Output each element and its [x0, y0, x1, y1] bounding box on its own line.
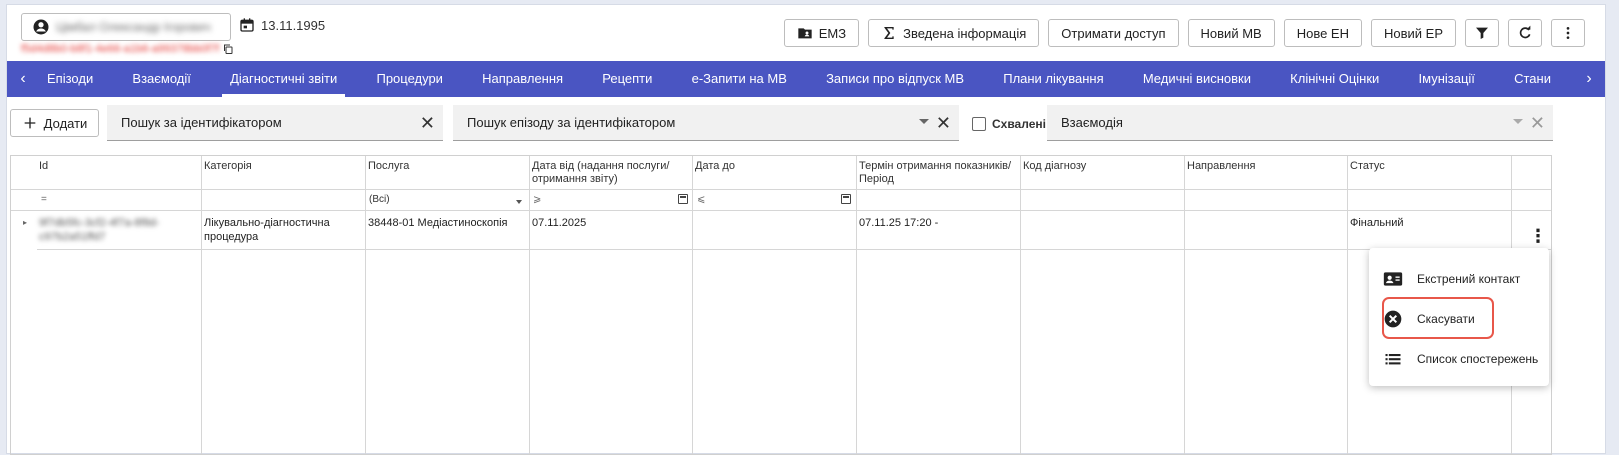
chevron-down-icon[interactable] — [1513, 119, 1523, 124]
tab-immunizations[interactable]: Імунізації — [1411, 61, 1483, 97]
cancel-highlight-annotation — [1382, 297, 1494, 339]
tab-e-requests[interactable]: е-Запити на МВ — [684, 61, 795, 97]
nav-right-icon[interactable]: › — [1573, 70, 1605, 88]
tab-procedures[interactable]: Процедури — [368, 61, 450, 97]
filter-icon — [1476, 27, 1488, 39]
patient-button[interactable]: Цімбал Олександр Ігорович — [21, 13, 231, 41]
col-header-date-to[interactable]: Дата до — [695, 160, 735, 173]
plus-icon — [24, 117, 36, 129]
more-button[interactable] — [1551, 19, 1585, 47]
col-header-date-from[interactable]: Дата від (надання послуги/ отримання зві… — [532, 160, 687, 186]
filter-service-select[interactable]: (Всі) — [369, 194, 390, 205]
new-en-button[interactable]: Нове ЕН — [1283, 19, 1362, 47]
chevron-down-icon[interactable] — [516, 200, 522, 204]
clear-episode-search-icon[interactable]: ✕ — [936, 113, 951, 134]
tab-conditions[interactable]: Стани — [1506, 61, 1559, 97]
col-header-period[interactable]: Термін отримання показників/ Період — [859, 160, 1014, 186]
row-category: Лікувально-діагностична процедура — [204, 217, 330, 243]
section-nav: ‹ Епізоди Взаємодії Діагностичні звіти П… — [7, 61, 1605, 97]
episode-search-select[interactable]: Пошук епізоду за ідентифікатором ✕ — [453, 105, 959, 141]
reports-table: Id Категорія Послуга Дата від (надання п… — [10, 155, 1552, 455]
menu-item-emergency-contact[interactable]: Екстрений контакт — [1369, 259, 1549, 299]
birth-date: 13.11.1995 — [239, 17, 325, 33]
row-more-icon[interactable]: ⋮ — [1529, 227, 1547, 245]
patient-id-text: f5d4d8b0-b8f1-4e66-a1b6-a99378bb0f7f — [21, 43, 220, 55]
new-er-button[interactable]: Новий ЕР — [1370, 19, 1456, 47]
tab-referrals[interactable]: Направлення — [474, 61, 571, 97]
refresh-button[interactable] — [1508, 19, 1542, 47]
contact-card-icon — [1383, 272, 1403, 286]
interaction-select[interactable]: Взаємодія ✕ — [1047, 105, 1553, 141]
row-status: Фінальний — [1350, 217, 1404, 229]
filter-button[interactable] — [1465, 19, 1499, 47]
more-vert-icon — [1566, 27, 1570, 39]
copy-icon[interactable] — [222, 43, 234, 55]
col-header-id[interactable]: Id — [39, 160, 48, 173]
new-mv-button[interactable]: Новий МВ — [1187, 19, 1275, 47]
row-period: 07.11.25 17:20 - — [859, 217, 939, 229]
tab-diagnostic-reports[interactable]: Діагностичні звіти — [222, 61, 346, 97]
id-search-input[interactable]: Пошук за ідентифікатором ✕ — [107, 105, 443, 141]
row-id: 9f7db5fc-3cf2-4f7a-8f8d-c97b2a51ffd7 — [39, 217, 160, 243]
col-header-diagnosis[interactable]: Код діагнозу — [1023, 160, 1086, 173]
nav-tabs: Епізоди Взаємодії Діагностичні звіти Про… — [39, 61, 1573, 97]
patient-id: f5d4d8b0-b8f1-4e66-a1b6-a99378bb0f7f — [21, 43, 234, 55]
calendar-icon[interactable] — [841, 194, 851, 204]
header-toolbar: ЕМЗ Зведена інформація Отримати доступ Н… — [783, 19, 1585, 47]
approved-checkbox[interactable]: Схвалені — [972, 117, 1046, 131]
calendar-icon[interactable] — [678, 194, 688, 204]
add-button[interactable]: Додати — [10, 109, 99, 137]
row-service: 38448-01 Медіастиноскопія — [368, 217, 508, 229]
birth-date-text: 13.11.1995 — [261, 17, 326, 33]
clear-interaction-icon[interactable]: ✕ — [1530, 113, 1545, 134]
tab-medical-conclusions[interactable]: Медичні висновки — [1135, 61, 1259, 97]
nav-left-icon[interactable]: ‹ — [7, 70, 39, 88]
sigma-icon — [884, 27, 894, 39]
refresh-icon — [1519, 25, 1531, 39]
checkbox-box[interactable] — [972, 117, 986, 131]
tab-clinical-assessments[interactable]: Клінічні Оцінки — [1282, 61, 1387, 97]
col-header-status[interactable]: Статус — [1350, 160, 1385, 173]
expand-row-icon[interactable]: ▸ — [23, 216, 27, 230]
tab-episodes[interactable]: Епізоди — [39, 61, 101, 97]
tab-dispense-records[interactable]: Записи про відпуск МВ — [818, 61, 972, 97]
col-header-service[interactable]: Послуга — [368, 160, 409, 173]
get-access-button[interactable]: Отримати доступ — [1048, 19, 1179, 47]
tab-interactions[interactable]: Взаємодії — [124, 61, 198, 97]
clear-id-search-icon[interactable]: ✕ — [420, 113, 435, 134]
filter-date-from-operator[interactable]: ⩾ — [533, 194, 541, 205]
patient-name: Цімбал Олександр Ігорович — [56, 20, 211, 34]
calendar-icon — [240, 18, 254, 32]
tab-care-plans[interactable]: Плани лікування — [995, 61, 1111, 97]
tab-prescriptions[interactable]: Рецепти — [594, 61, 660, 97]
emz-button[interactable]: ЕМЗ — [783, 19, 860, 47]
row-date-from: 07.11.2025 — [532, 217, 587, 229]
col-header-category[interactable]: Категорія — [204, 160, 252, 173]
col-header-referral[interactable]: Направлення — [1187, 160, 1256, 173]
account-circle-icon — [33, 19, 49, 35]
menu-item-observations-list[interactable]: Список спостережень — [1369, 339, 1549, 379]
folder-person-icon — [798, 28, 812, 39]
filter-date-to-operator[interactable]: ⩽ — [697, 194, 705, 205]
list-icon — [1385, 354, 1401, 365]
chevron-down-icon[interactable] — [919, 119, 929, 124]
summary-button[interactable]: Зведена інформація — [868, 19, 1040, 47]
filter-id-operator[interactable]: = — [41, 194, 47, 205]
app-window: Цімбал Олександр Ігорович 13.11.1995 f5d… — [6, 4, 1606, 455]
